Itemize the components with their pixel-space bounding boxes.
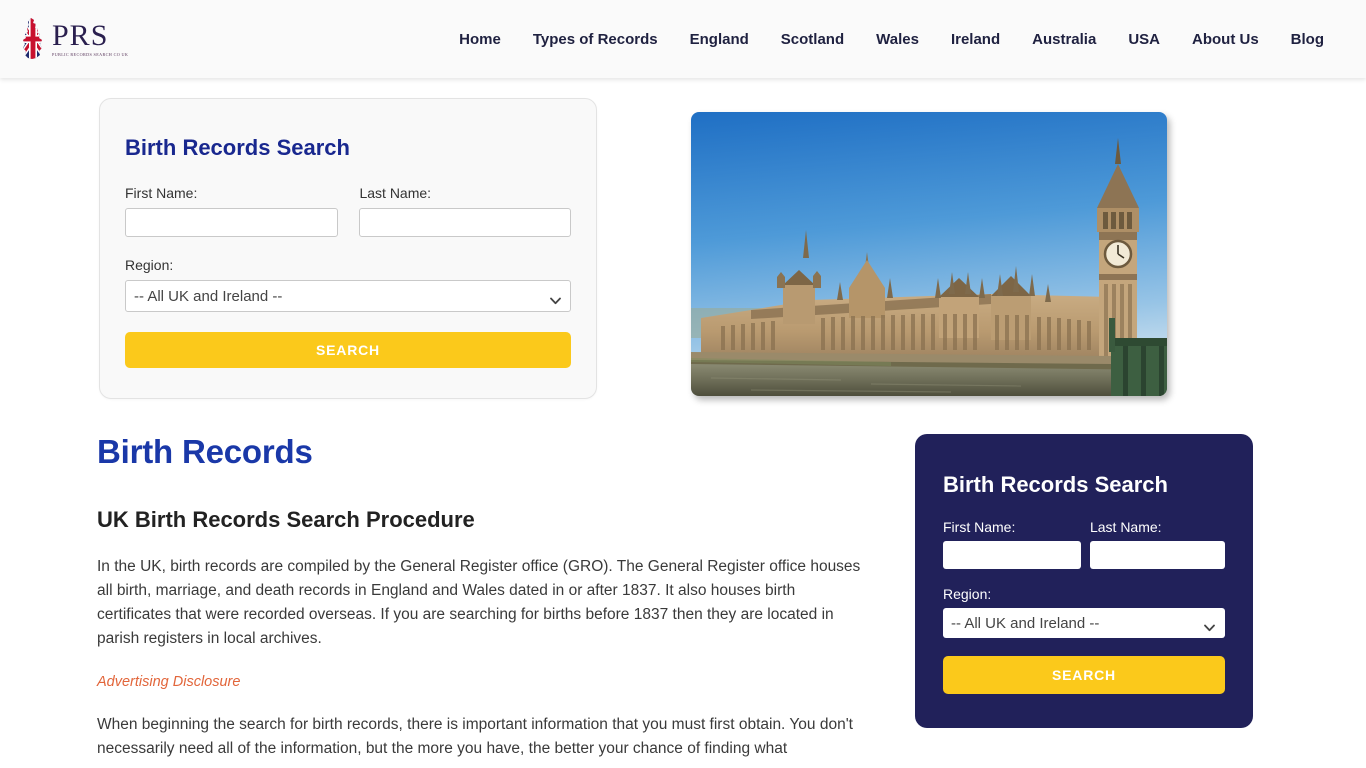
sidebar-region-label: Region: — [943, 586, 992, 602]
nav-item-england[interactable]: England — [690, 31, 749, 48]
logo-wordmark: PRS — [52, 18, 109, 52]
section-title: UK Birth Records Search Procedure — [97, 507, 475, 532]
sidebar-first-name-label: First Name: — [943, 519, 1016, 535]
sidebar-search-button[interactable]: SEARCH — [943, 656, 1225, 694]
page-title: Birth Records — [97, 433, 313, 470]
hero-region-select[interactable]: -- All UK and Ireland -- — [125, 280, 571, 312]
sidebar-last-name-label: Last Name: — [1089, 519, 1162, 535]
content-area: Birth Records UK Birth Records Search Pr… — [0, 399, 1366, 761]
sidebar-region-select[interactable]: -- All UK and Ireland -- — [943, 608, 1225, 638]
hero-last-name-label: Last Name: — [359, 185, 432, 201]
nav-item-wales[interactable]: Wales — [876, 31, 919, 48]
houses-of-parliament-photo — [691, 112, 1167, 396]
paragraph-one: In the UK, birth records are compiled by… — [97, 558, 861, 647]
hero-search-card: Birth Records Search First Name: Last Na… — [99, 98, 597, 399]
main-navigation: Home Types of Records England Scotland W… — [459, 31, 1324, 48]
paragraph-two: When beginning the search for birth reco… — [97, 716, 853, 757]
hero-name-fields: First Name: Last Name: — [125, 185, 571, 237]
hero-region-label: Region: — [125, 257, 174, 273]
article-body: Birth Records UK Birth Records Search Pr… — [97, 433, 873, 761]
hero-last-name-input[interactable] — [359, 208, 571, 237]
hero-section: Birth Records Search First Name: Last Na… — [0, 78, 1366, 399]
sidebar-search-title: Birth Records Search — [943, 472, 1168, 497]
sidebar-search-card: Birth Records Search First Name: Last Na… — [915, 434, 1253, 728]
uk-map-flag-icon — [18, 17, 48, 61]
nav-item-blog[interactable]: Blog — [1291, 31, 1324, 48]
nav-item-ireland[interactable]: Ireland — [951, 31, 1000, 48]
sidebar: Birth Records Search First Name: Last Na… — [915, 434, 1253, 761]
site-logo[interactable]: PRS PUBLIC RECORDS SEARCH CO UK — [18, 17, 128, 61]
nav-item-types-of-records[interactable]: Types of Records — [533, 31, 658, 48]
nav-item-australia[interactable]: Australia — [1032, 31, 1096, 48]
nav-item-usa[interactable]: USA — [1128, 31, 1160, 48]
sidebar-last-name-input[interactable] — [1089, 541, 1225, 569]
nav-item-home[interactable]: Home — [459, 31, 501, 48]
hero-search-title: Birth Records Search — [125, 135, 350, 160]
nav-item-scotland[interactable]: Scotland — [781, 31, 844, 48]
sidebar-name-fields: First Name: Last Name: — [943, 519, 1225, 569]
hero-search-button[interactable]: SEARCH — [125, 332, 571, 368]
logo-tagline: PUBLIC RECORDS SEARCH CO UK — [52, 51, 129, 57]
hero-first-name-label: First Name: — [125, 185, 198, 201]
sidebar-region-field: Region: -- All UK and Ireland -- — [943, 586, 1225, 638]
sidebar-first-name-input[interactable] — [943, 541, 1081, 569]
hero-region-field: Region: -- All UK and Ireland -- — [125, 257, 571, 312]
site-header: PRS PUBLIC RECORDS SEARCH CO UK Home Typ… — [0, 0, 1366, 78]
advertising-disclosure-link[interactable]: Advertising Disclosure — [97, 674, 240, 690]
nav-item-about-us[interactable]: About Us — [1192, 31, 1259, 48]
hero-first-name-input[interactable] — [125, 208, 339, 237]
